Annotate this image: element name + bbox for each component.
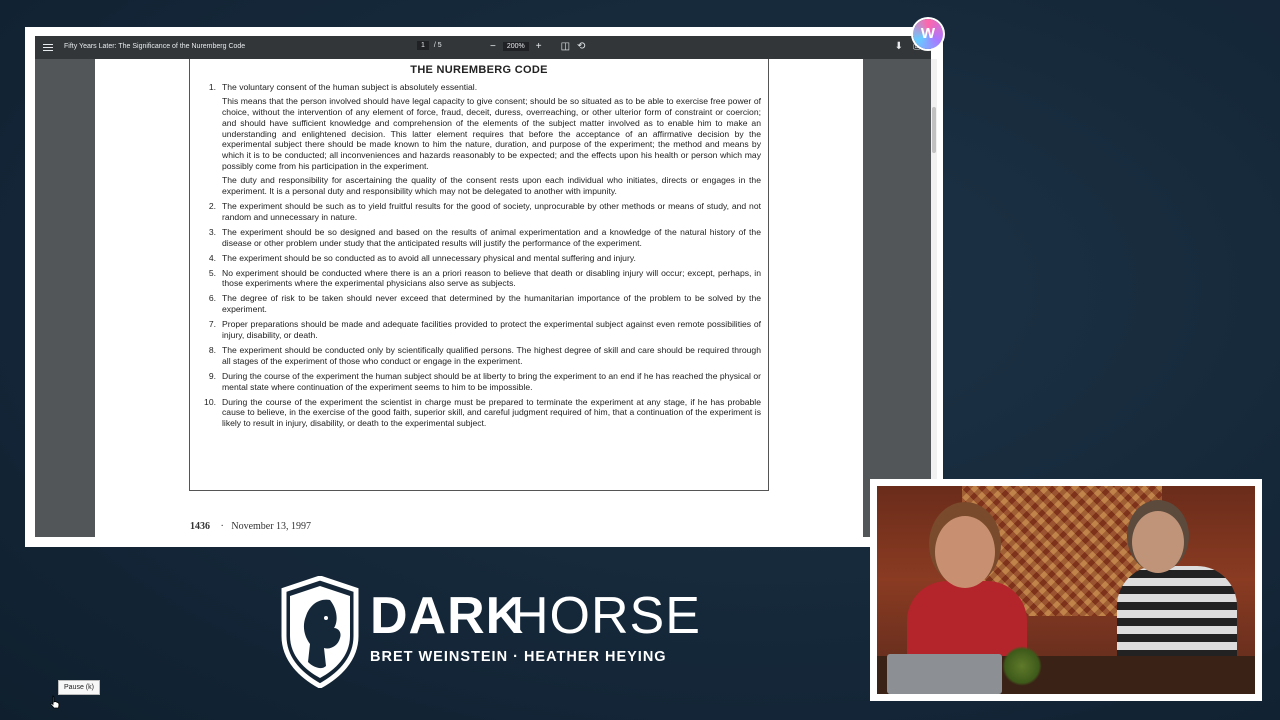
footer-page-number: 1436 [190,521,210,532]
browser-window: Fifty Years Later: The Significance of t… [25,27,943,547]
host-left-head [935,516,995,588]
code-item-body: No experiment should be conducted where … [222,268,761,290]
code-item-number: 7. [208,319,216,330]
code-item-body: The experiment should be conducted only … [222,345,761,367]
brand-name-bold: DARK [370,587,525,645]
page-number-input[interactable]: 1 [417,41,429,50]
code-item: 5. No experiment should be conducted wher… [197,268,761,290]
code-item-body: The experiment should be so designed and… [222,227,761,249]
code-item: 9. During the course of the experiment th… [197,371,761,393]
code-item-number: 8. [208,344,216,355]
code-item-number: 3. [208,226,216,237]
code-item: 1. The voluntary consent of the human sub… [197,82,761,197]
pause-tooltip: Pause (k) [58,680,100,695]
page-footer: 1436 · November 13, 1997 [190,521,311,532]
extension-w-icon[interactable]: W [913,19,943,49]
webcam-feed [877,486,1255,694]
code-item: 6. The degree of risk to be taken should … [197,293,761,315]
zoom-controls: − 200% + ◫ ⟲ [490,41,585,52]
code-item-body: The voluntary consent of the human subje… [222,82,761,197]
brand-name-light: HORSE [511,587,701,645]
code-item-body: The experiment should be so conducted as… [222,253,761,264]
code-item-number: 2. [208,200,216,211]
scrollbar-thumb[interactable] [932,107,936,153]
code-item: 7. Proper preparations should be made and… [197,319,761,341]
page-indicator: 1 / 5 [417,41,442,50]
horse-shield-logo [281,576,359,688]
code-item-text: During the course of the experiment the … [222,396,761,429]
code-item-paragraph: This means that the person involved shou… [222,95,761,172]
code-item-paragraph: The duty and responsibility for ascertai… [222,175,761,197]
code-item-text: During the course of the experiment the … [222,370,761,392]
code-item-body: During the course of the experiment the … [222,397,761,430]
document-title: Fifty Years Later: The Significance of t… [64,43,246,50]
code-item: 8. The experiment should be conducted onl… [197,345,761,367]
zoom-out-button[interactable]: − [490,41,496,52]
code-item-body: The experiment should be such as to yiel… [222,201,761,223]
code-item-number: 9. [208,370,216,381]
brand-subtitle: BRET WEINSTEIN · HEATHER HEYING [370,649,667,665]
webcam-overlay [870,479,1262,701]
code-item: 3. The experiment should be so designed a… [197,227,761,249]
download-icon[interactable]: ⬇ [895,41,903,52]
code-item-text: The experiment should be so conducted as… [222,252,636,263]
code-items-list: 1. The voluntary consent of the human sub… [197,82,761,429]
code-item: 2. The experiment should be such as to yi… [197,201,761,223]
code-item-text: The voluntary consent of the human subje… [222,81,478,92]
code-item-number: 5. [208,267,216,278]
page-total: / 5 [433,42,442,49]
hamburger-menu-icon[interactable] [43,42,53,52]
code-item-number: 1. [208,81,216,92]
code-item-text: Proper preparations should be made and a… [222,319,761,341]
code-item-body: The degree of risk to be taken should ne… [222,293,761,315]
code-item-text: The experiment should be so designed and… [222,226,761,248]
scrollbar[interactable] [931,59,937,537]
code-item-text: The degree of risk to be taken should ne… [222,293,761,315]
code-item-body: During the course of the experiment the … [222,371,761,393]
zoom-in-button[interactable]: + [536,41,542,52]
code-item-number: 10. [204,396,216,407]
code-item: 10. During the course of the experiment t… [197,397,761,430]
rotate-icon[interactable]: ⟲ [577,41,585,52]
darkhorse-logo: DARK HORSE BRET WEINSTEIN · HEATHER HEYI… [280,576,700,691]
pdf-page: THE NUREMBERG CODE 1. The voluntary conse… [95,59,863,537]
code-item-number: 6. [208,293,216,304]
fit-page-icon[interactable]: ◫ [561,41,570,52]
code-item-number: 4. [208,252,216,263]
code-item-text: The experiment should be conducted only … [222,344,761,366]
document-heading: THE NUREMBERG CODE [410,64,548,76]
plant [1002,646,1042,686]
zoom-level-input[interactable]: 200% [502,42,529,51]
pdf-toolbar: Fifty Years Later: The Significance of t… [35,36,931,59]
code-item: 4. The experiment should be so conducted … [197,253,761,264]
mouse-cursor-icon [50,695,60,709]
code-item-body: Proper preparations should be made and a… [222,319,761,341]
nuremberg-code-box: THE NUREMBERG CODE 1. The voluntary conse… [189,59,769,491]
footer-date: November 13, 1997 [231,521,312,532]
laptop [887,654,1002,694]
pdf-viewport[interactable]: THE NUREMBERG CODE 1. The voluntary conse… [35,59,931,537]
code-item-text: The experiment should be such as to yiel… [222,200,761,222]
footer-separator: · [220,521,224,532]
host-right-head [1132,511,1184,573]
code-item-text: No experiment should be conducted where … [222,267,761,289]
